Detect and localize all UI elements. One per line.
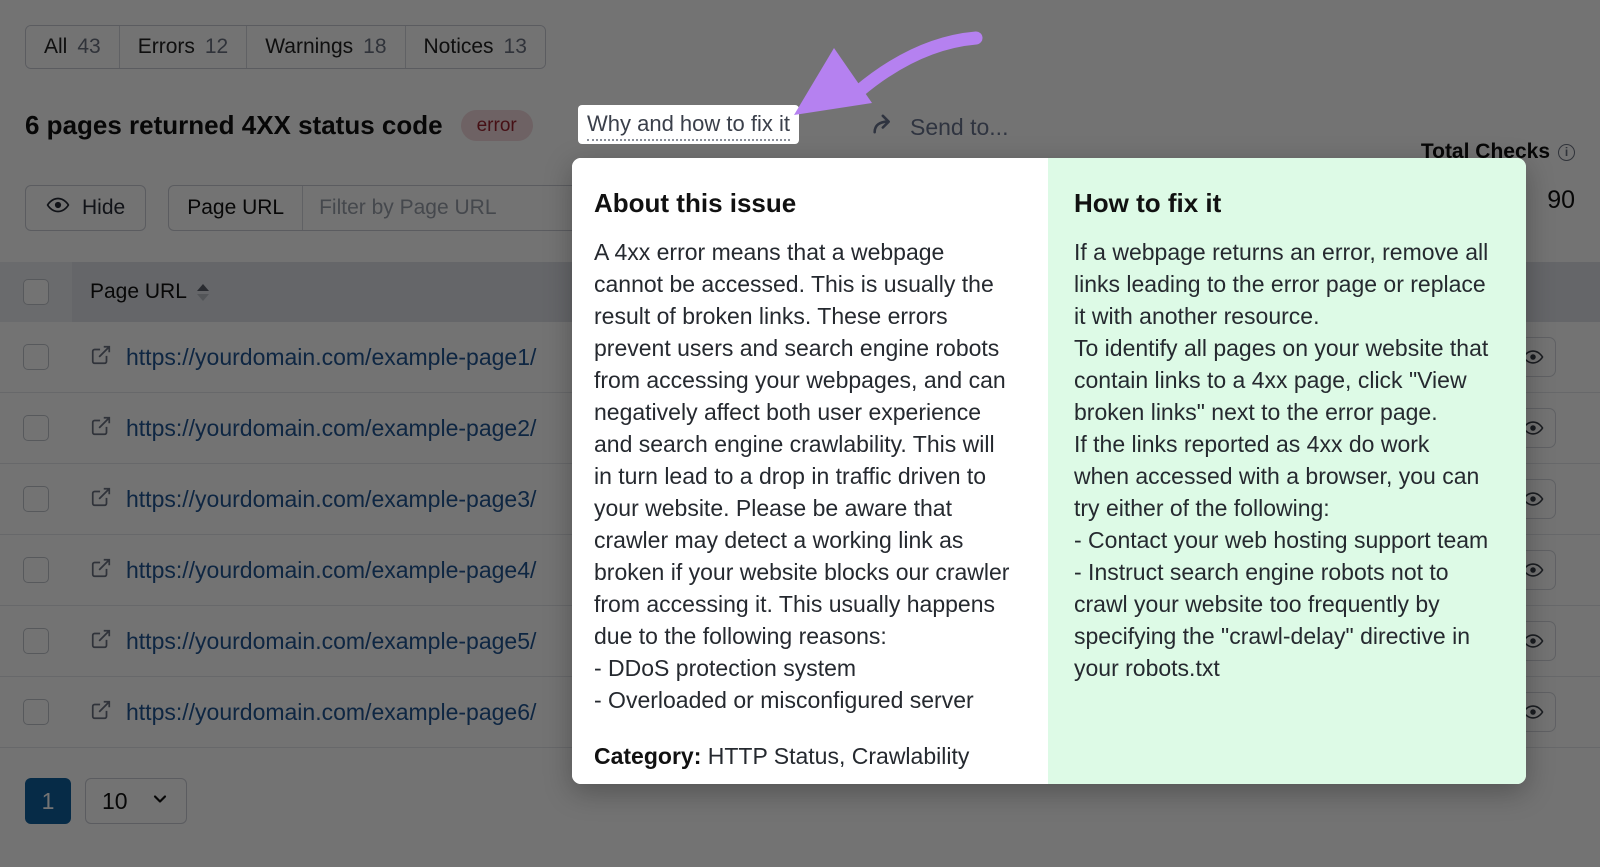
- why-and-how-to-fix-it-trigger[interactable]: Why and how to fix it: [578, 105, 799, 144]
- about-category: Category: HTTP Status, Crawlability: [594, 743, 1012, 770]
- send-to-label: Send to...: [910, 113, 1009, 140]
- fix-body: If a webpage returns an error, remove al…: [1074, 239, 1489, 681]
- how-to-fix-it-panel: How to fix it If a webpage returns an er…: [1048, 158, 1526, 784]
- about-heading: About this issue: [594, 188, 797, 218]
- issue-help-popover: About this issue A 4xx error means that …: [572, 158, 1526, 784]
- about-body: A 4xx error means that a webpage cannot …: [594, 239, 1010, 713]
- about-this-issue-panel: About this issue A 4xx error means that …: [572, 158, 1048, 784]
- share-arrow-icon: [870, 110, 898, 144]
- send-to-button[interactable]: Send to...: [870, 110, 1008, 144]
- about-category-label: Category:: [594, 742, 702, 769]
- fix-heading: How to fix it: [1074, 188, 1222, 218]
- about-category-value: HTTP Status, Crawlability: [707, 742, 970, 769]
- why-and-how-to-fix-it-label: Why and how to fix it: [587, 111, 790, 141]
